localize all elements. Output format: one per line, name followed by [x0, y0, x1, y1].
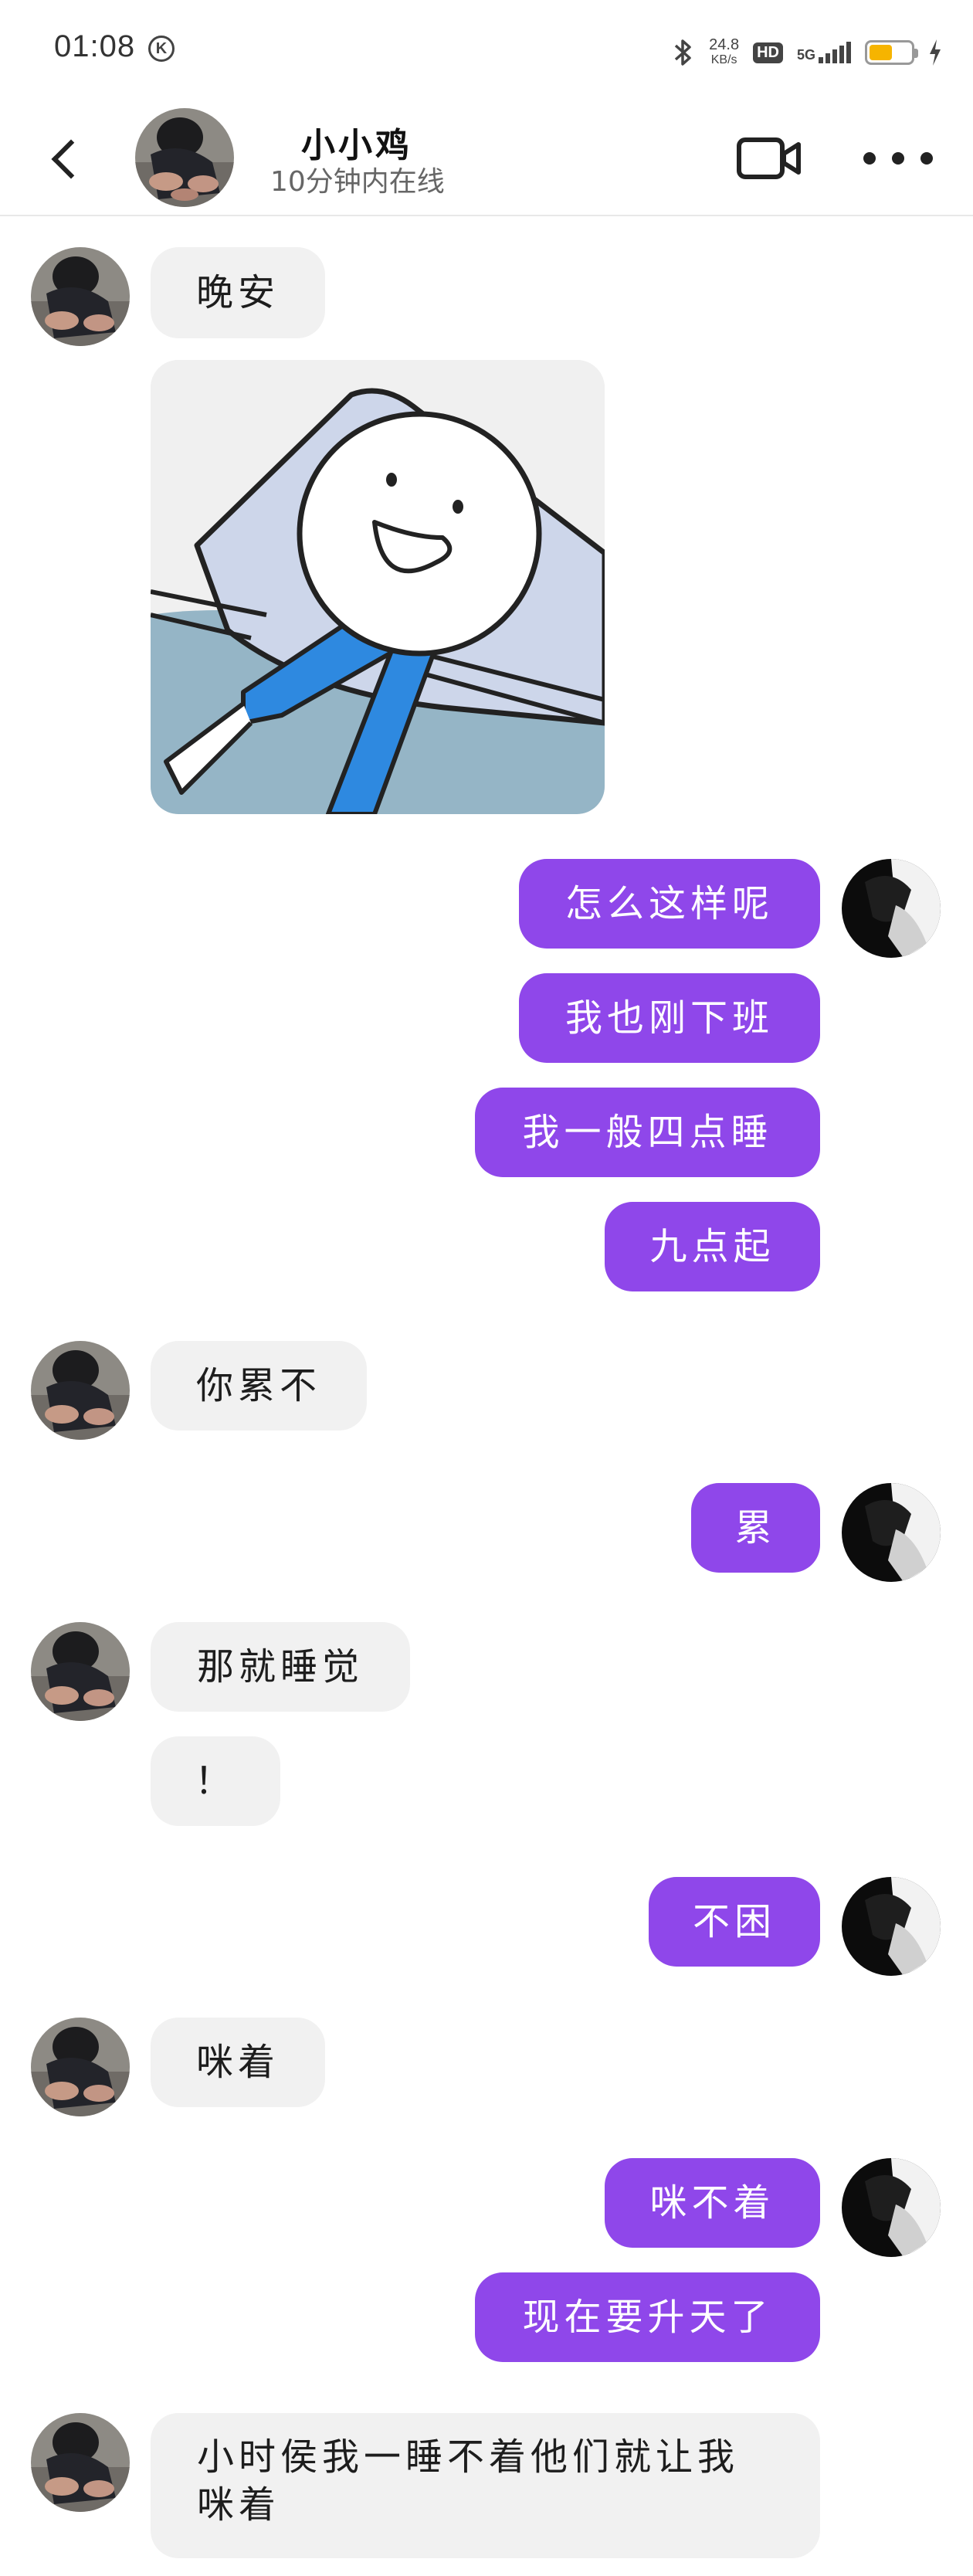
- outgoing-message-bubble[interactable]: 不困: [649, 1877, 820, 1967]
- contact-message-avatar[interactable]: [31, 1622, 130, 1721]
- incoming-message-bubble[interactable]: ！: [151, 1736, 280, 1826]
- contact-message-avatar[interactable]: [31, 247, 130, 346]
- signal-bars-icon: [819, 42, 851, 63]
- status-bar: 01:08 K 24.8 KB/s HD 5G: [0, 0, 973, 100]
- chat-header: 小小鸡 10分钟内在线: [0, 100, 973, 216]
- my-avatar-image: [842, 2158, 941, 2257]
- contact-message-avatar[interactable]: [31, 1341, 130, 1440]
- contact-avatar-image: [31, 1622, 130, 1721]
- outgoing-message-bubble[interactable]: 累: [691, 1483, 820, 1573]
- sleeping-stickman-sticker[interactable]: [151, 360, 605, 814]
- sticker-image: [151, 360, 605, 814]
- charging-bolt-icon: [930, 39, 941, 66]
- network-speed-unit: KB/s: [710, 53, 737, 66]
- contact-avatar[interactable]: [135, 108, 234, 207]
- my-message-avatar[interactable]: [842, 2158, 941, 2257]
- contact-message-avatar[interactable]: [31, 2413, 130, 2512]
- contact-message-avatar[interactable]: [31, 2018, 130, 2116]
- incoming-message-bubble[interactable]: 那就睡觉: [151, 1622, 410, 1712]
- video-camera-icon: [737, 137, 801, 179]
- more-dot-icon: [920, 152, 933, 165]
- video-call-button[interactable]: [735, 135, 805, 182]
- status-time: 01:08: [54, 29, 136, 63]
- incoming-message-bubble[interactable]: 咪着: [151, 2018, 325, 2107]
- network-speed: 24.8 KB/s: [709, 37, 739, 68]
- contact-avatar-image: [31, 247, 130, 346]
- outgoing-message-bubble[interactable]: 我一般四点睡: [475, 1088, 820, 1177]
- my-message-avatar[interactable]: [842, 859, 941, 958]
- my-avatar-image: [842, 859, 941, 958]
- more-options-button[interactable]: [863, 143, 933, 174]
- incoming-message-bubble[interactable]: 你累不: [151, 1341, 367, 1431]
- outgoing-message-bubble[interactable]: 咪不着: [605, 2158, 820, 2248]
- incoming-message-bubble[interactable]: 晚安: [151, 247, 325, 338]
- contact-avatar-image: [135, 108, 234, 207]
- battery-level: [870, 45, 892, 60]
- more-dot-icon: [863, 152, 876, 165]
- k-badge-icon: K: [148, 36, 175, 62]
- incoming-message-bubble[interactable]: 小时侯我一睡不着他们就让我咪着: [151, 2413, 820, 2558]
- my-message-avatar[interactable]: [842, 1877, 941, 1976]
- outgoing-message-bubble[interactable]: 我也刚下班: [519, 973, 820, 1063]
- back-button[interactable]: [43, 131, 90, 185]
- contact-avatar-image: [31, 2018, 130, 2116]
- status-icons: 24.8 KB/s HD 5G: [672, 31, 942, 74]
- my-avatar-image: [842, 1877, 941, 1976]
- outgoing-message-bubble[interactable]: 怎么这样呢: [519, 859, 820, 949]
- hd-icon: HD: [753, 42, 783, 63]
- contact-avatar-image: [31, 2413, 130, 2512]
- contact-avatar-image: [31, 1341, 130, 1440]
- outgoing-message-bubble[interactable]: 现在要升天了: [475, 2272, 820, 2362]
- outgoing-message-bubble[interactable]: 九点起: [605, 1202, 820, 1291]
- cellular-signal: 5G: [797, 42, 851, 63]
- network-type: 5G: [796, 47, 815, 63]
- online-status: 10分钟内在线: [270, 166, 445, 198]
- network-speed-value: 24.8: [709, 36, 740, 53]
- my-message-avatar[interactable]: [842, 1483, 941, 1582]
- message-list[interactable]: 晚安 怎么这样呢 我也刚下班 我一般四点睡 九点起 你累不 累 那就睡觉 ！ 不…: [0, 218, 973, 2576]
- my-avatar-image: [842, 1483, 941, 1582]
- battery-icon: [865, 40, 918, 65]
- bluetooth-icon: [674, 39, 691, 66]
- more-dot-icon: [892, 152, 904, 165]
